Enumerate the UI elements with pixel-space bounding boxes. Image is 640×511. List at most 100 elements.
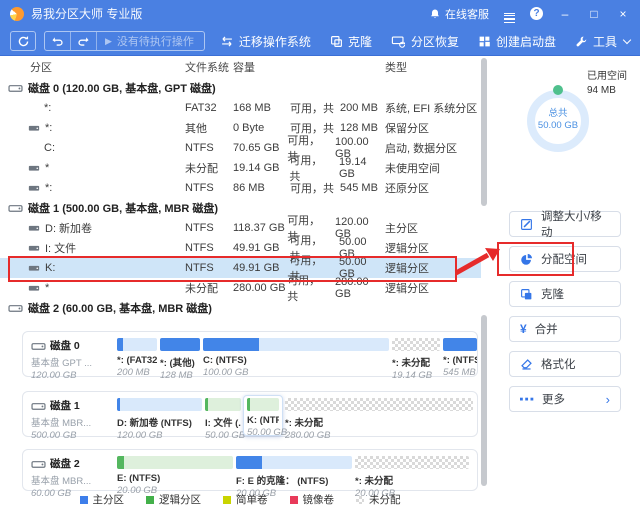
maximize-button[interactable]: □ <box>587 7 601 21</box>
diskmap-partition[interactable]: E: (NTFS)20.00 GB <box>117 456 233 487</box>
partition-row[interactable]: *未分配280.00 GB可用，共280.00 GB逻辑分区 <box>0 278 481 298</box>
menu-list-icon[interactable] <box>504 11 515 17</box>
diskmap-card-disk-0[interactable]: 磁盘 0基本盘 GPT ...120.00 GB*: (FAT32)200 MB… <box>22 331 478 377</box>
help-icon[interactable]: ? <box>530 7 543 20</box>
partition-name: D: 新加卷 <box>45 220 92 236</box>
clone-label: 克隆 <box>541 286 564 302</box>
toolbar-create-boot-disk-button[interactable]: 创建启动盘 <box>478 33 556 50</box>
diskmap-partition[interactable]: *: (NTFS)545 MB <box>443 338 477 373</box>
partition-bar-size: 100.00 GB <box>203 367 389 378</box>
partition-row[interactable]: *:FAT32168 MB可用，共200 MB系统, EFI 系统分区 <box>0 98 481 118</box>
partition-bar-label: *: 未分配 <box>285 415 473 429</box>
legend-label: 逻辑分区 <box>159 492 201 507</box>
chevron-down-icon <box>623 35 631 43</box>
more-button[interactable]: 更多› <box>509 386 621 412</box>
disk-group-label: 磁盘 1 (500.00 GB, 基本盘, MBR 磁盘) <box>28 200 218 216</box>
diskmap-partition[interactable]: F: E 的克隆： (NTFS)20.00 GB <box>236 456 352 487</box>
partition-bar <box>443 338 477 351</box>
table-scrollbar[interactable] <box>481 58 487 206</box>
app-window: 易我分区大师 专业版 在线客服 ? – □ × <box>0 0 640 511</box>
minimize-button[interactable]: – <box>558 7 572 21</box>
partition-bar-size: 19.14 GB <box>392 370 440 381</box>
donut-center-label: 总共 50.00 GB <box>520 108 596 133</box>
diskmap-partition[interactable]: *: 未分配280.00 GB <box>285 398 473 433</box>
drive-icon <box>28 123 40 133</box>
toolbar-clone-label: 克隆 <box>348 33 372 50</box>
pending-operations-button[interactable]: ▶ 没有待执行操作 <box>97 33 204 49</box>
toolbar-tools-button[interactable]: 工具 <box>575 33 630 50</box>
diskmap-partition[interactable]: C: (NTFS)100.00 GB <box>203 338 389 373</box>
partition-name: I: 文件 <box>45 240 76 256</box>
partition-filesystem: NTFS <box>185 222 233 234</box>
partition-bar-label: D: 新加卷 (NTFS) <box>117 415 202 429</box>
legend-swatch <box>356 496 364 504</box>
main-area: 分区 文件系统 容量 类型 磁盘 0 (120.00 GB, 基本盘, GPT … <box>0 56 640 511</box>
disk-icon <box>31 400 46 412</box>
format-button[interactable]: 格式化 <box>509 351 621 377</box>
legend-label: 未分配 <box>369 492 401 507</box>
tools-icon <box>575 35 588 48</box>
disk-group-row[interactable]: 磁盘 0 (120.00 GB, 基本盘, GPT 磁盘) <box>0 78 481 98</box>
disk-name: 磁盘 2 <box>50 456 80 471</box>
legend-item: 逻辑分区 <box>146 492 201 507</box>
diskmap-partition[interactable]: *: (FAT32)200 MB <box>117 338 157 373</box>
diskmap-card-disk-2[interactable]: 磁盘 2基本盘 MBR...60.00 GBE: (NTFS)20.00 GBF… <box>22 449 478 491</box>
right-panel: 总共 50.00 GB 已用空间 94 MB 调整大小/移动分配空间克隆¥合并格… <box>490 56 640 511</box>
diskmap-partition[interactable]: I: 文件 (...50.00 GB <box>205 398 241 433</box>
partition-bar <box>205 398 241 411</box>
legend-item: 简单卷 <box>223 492 268 507</box>
diskmap-partition[interactable]: *: (其他)128 MB <box>160 338 200 373</box>
partition-filesystem: NTFS <box>185 242 233 254</box>
merge-button[interactable]: ¥合并 <box>509 316 621 342</box>
partition-type: 逻辑分区 <box>385 260 481 276</box>
diskmap-scrollbar[interactable] <box>481 315 487 486</box>
format-icon <box>520 358 533 371</box>
partition-type: 系统, EFI 系统分区 <box>385 100 481 116</box>
allocate-space-button[interactable]: 分配空间 <box>509 246 621 272</box>
legend-item: 主分区 <box>80 492 125 507</box>
legend-label: 镜像卷 <box>303 492 335 507</box>
disk-meta: 基本盘 MBR... <box>31 415 117 429</box>
partition-bar <box>117 456 233 469</box>
refresh-button[interactable] <box>10 31 36 51</box>
diskmap-partition[interactable]: *: 未分配19.14 GB <box>392 338 440 373</box>
total-value: 50.00 GB <box>520 120 596 132</box>
partition-bar-label: K: (NTFS) <box>247 415 279 426</box>
partition-filesystem: FAT32 <box>185 102 233 114</box>
resize-move-button[interactable]: 调整大小/移动 <box>509 211 621 237</box>
partition-filesystem: NTFS <box>185 142 233 154</box>
pending-operations-label: 没有待执行操作 <box>117 33 194 49</box>
partition-bar-label: *: 未分配 <box>392 355 440 369</box>
disk-icon <box>8 202 23 214</box>
disk-label: 磁盘 1基本盘 MBR...500.00 GB <box>31 396 117 433</box>
undo-button[interactable] <box>45 32 70 50</box>
online-support-button[interactable]: 在线客服 <box>429 6 489 22</box>
partition-bar <box>203 338 389 351</box>
toolbar-migrate-os-button[interactable]: 迁移操作系统 <box>220 33 311 50</box>
toolbar-clone-button[interactable]: 克隆 <box>330 33 372 50</box>
disk-label: 磁盘 0基本盘 GPT ...120.00 GB <box>31 336 117 373</box>
col-header-capacity: 容量 <box>233 59 385 75</box>
diskmap-card-disk-1[interactable]: 磁盘 1基本盘 MBR...500.00 GBD: 新加卷 (NTFS)120.… <box>22 391 478 437</box>
redo-button[interactable] <box>71 32 96 50</box>
partition-filesystem: NTFS <box>185 262 233 274</box>
toolbar-partition-recovery-button[interactable]: 分区恢复 <box>391 33 459 50</box>
partition-bar <box>160 338 200 351</box>
total-space: 19.14 GB <box>339 156 385 180</box>
diskmap-partition-selected[interactable]: K: (NTFS)50.00 GB <box>243 395 283 436</box>
partition-name: *: <box>44 102 51 114</box>
close-button[interactable]: × <box>616 7 630 21</box>
partition-capacity: 86 MB可用，共545 MB <box>233 180 385 196</box>
online-support-label: 在线客服 <box>445 6 489 22</box>
clone-button[interactable]: 克隆 <box>509 281 621 307</box>
legend-swatch <box>146 496 154 504</box>
partition-name: *: <box>45 182 52 194</box>
used-label: 已用空间 <box>587 70 627 84</box>
diskmap-partition[interactable]: *: 未分配20.00 GB <box>355 456 469 487</box>
diskmap-partition[interactable]: D: 新加卷 (NTFS)120.00 GB <box>117 398 202 433</box>
partition-row[interactable]: *未分配19.14 GB可用，共19.14 GB未使用空间 <box>0 158 481 178</box>
clone-icon <box>330 35 343 48</box>
total-label: 总共 <box>520 108 596 120</box>
partition-row[interactable]: *:NTFS86 MB可用，共545 MB还原分区 <box>0 178 481 198</box>
migrate-os-icon <box>220 35 234 48</box>
